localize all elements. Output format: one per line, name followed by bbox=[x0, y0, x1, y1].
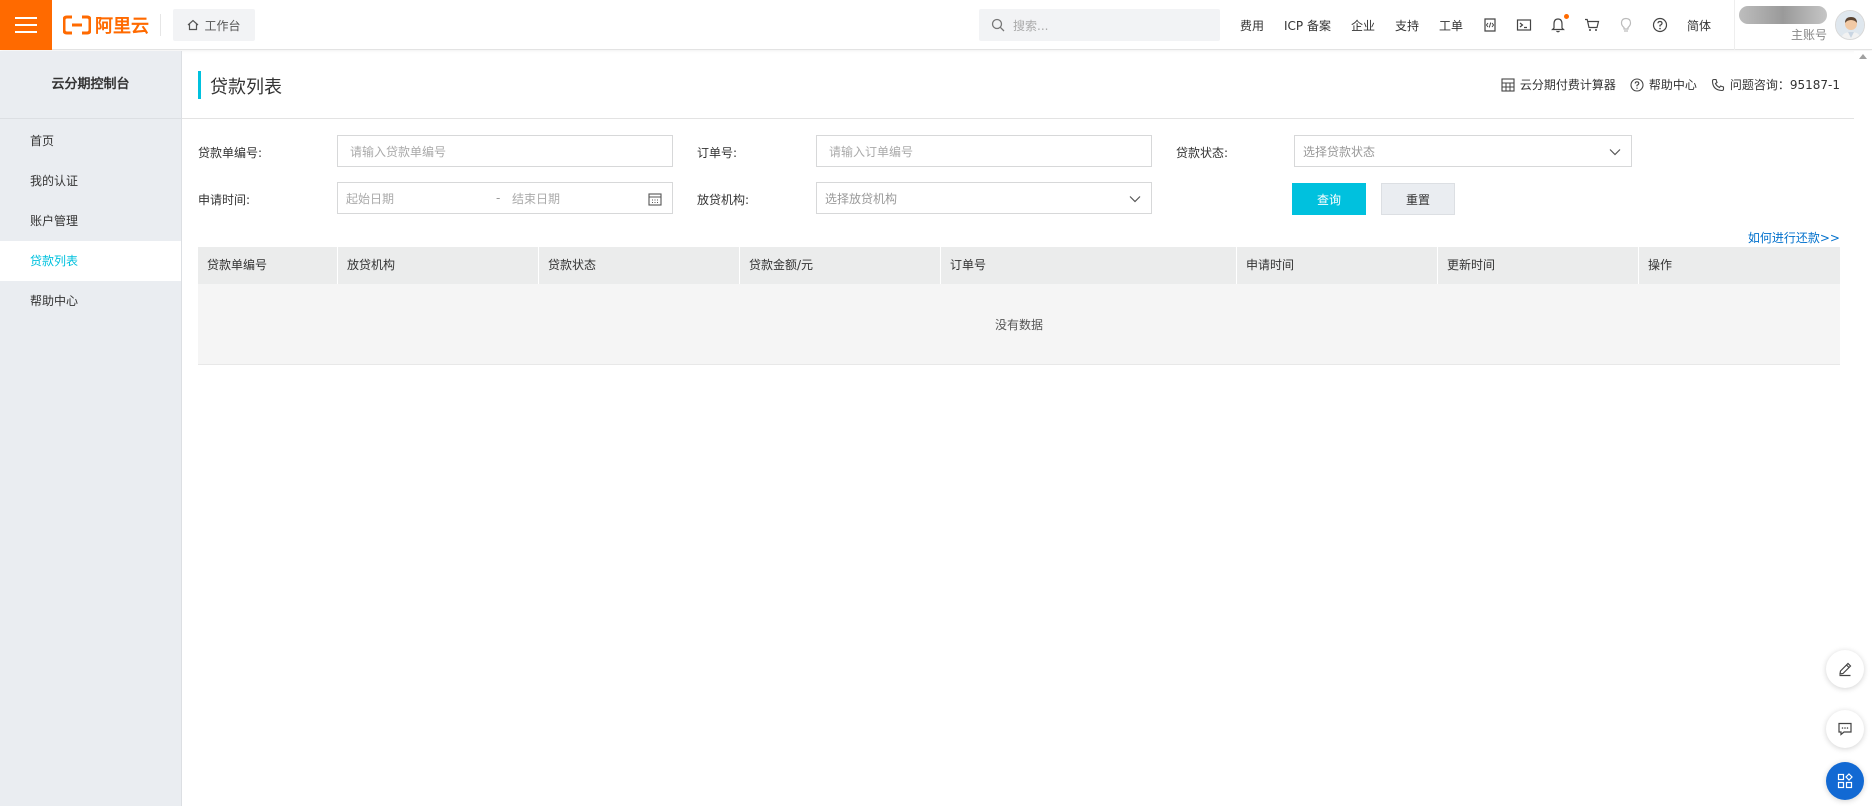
how-to-repay-link[interactable]: 如何进行还款>> bbox=[1748, 229, 1840, 246]
lightbulb-icon[interactable] bbox=[1609, 17, 1643, 33]
sidebar-item-home[interactable]: 首页 bbox=[0, 121, 181, 161]
help-center-link[interactable]: 帮助中心 bbox=[1630, 76, 1697, 93]
order-no-label: 订单号: bbox=[697, 146, 738, 160]
hamburger-menu-button[interactable] bbox=[0, 0, 52, 50]
nav-fees[interactable]: 费用 bbox=[1230, 17, 1274, 34]
feedback-edit-button[interactable] bbox=[1826, 650, 1864, 688]
loan-table: 贷款单编号 放贷机构 贷款状态 贷款金额/元 订单号 申请时间 更新时间 操作 … bbox=[198, 247, 1840, 365]
nav-icp[interactable]: ICP 备案 bbox=[1274, 17, 1341, 34]
calculator-link-label: 云分期付费计算器 bbox=[1519, 78, 1616, 92]
avatar[interactable] bbox=[1835, 10, 1865, 40]
sidebar-item-my-certification[interactable]: 我的认证 bbox=[0, 161, 181, 201]
lender-placeholder: 选择放贷机构 bbox=[825, 191, 898, 206]
end-date-placeholder[interactable]: 结束日期 bbox=[512, 190, 642, 207]
search-input[interactable]: 搜索... bbox=[979, 9, 1220, 41]
reset-button[interactable]: 重置 bbox=[1381, 183, 1455, 215]
cart-icon[interactable] bbox=[1575, 17, 1609, 33]
column-header-lender: 放贷机构 bbox=[338, 247, 539, 284]
loan-status-select[interactable]: 选择贷款状态 bbox=[1294, 135, 1632, 167]
nav-ticket[interactable]: 工单 bbox=[1429, 17, 1473, 34]
order-no-placeholder: 请输入订单编号 bbox=[829, 144, 914, 159]
sidebar: 云分期控制台 首页 我的认证 账户管理 贷款列表 帮助中心 bbox=[0, 51, 182, 806]
query-button[interactable]: 查询 bbox=[1292, 183, 1366, 215]
aliyun-logo-icon bbox=[63, 15, 91, 35]
sidebar-item-help-center[interactable]: 帮助中心 bbox=[0, 281, 181, 321]
pencil-icon bbox=[1839, 662, 1852, 677]
search-icon bbox=[991, 18, 1005, 32]
help-center-link-label: 帮助中心 bbox=[1648, 78, 1697, 92]
phone-icon bbox=[1711, 78, 1724, 91]
workbench-button[interactable]: 工作台 bbox=[173, 9, 255, 41]
sidebar-title: 云分期控制台 bbox=[0, 51, 181, 119]
loan-status-placeholder: 选择贷款状态 bbox=[1303, 144, 1376, 159]
page-title: 贷款列表 bbox=[210, 77, 282, 98]
header-links: 云分期付费计算器 帮助中心 问题咨询：95187-1 bbox=[1501, 76, 1840, 93]
nav-support[interactable]: 支持 bbox=[1385, 17, 1429, 34]
chevron-down-icon bbox=[1129, 196, 1141, 203]
loan-no-placeholder: 请输入贷款单编号 bbox=[350, 144, 447, 159]
language-switch[interactable]: 简体 bbox=[1677, 17, 1721, 34]
column-header-loan-status: 贷款状态 bbox=[539, 247, 740, 284]
search-placeholder: 搜索... bbox=[1013, 18, 1049, 33]
title-accent-bar bbox=[198, 71, 201, 99]
account-name-redacted bbox=[1739, 6, 1827, 24]
column-header-update-time: 更新时间 bbox=[1438, 247, 1639, 284]
calendar-icon[interactable] bbox=[648, 192, 662, 206]
chevron-down-icon bbox=[1609, 149, 1621, 156]
lender-label: 放贷机构: bbox=[697, 193, 750, 207]
chat-bubble-icon bbox=[1838, 722, 1852, 736]
main-content: 贷款列表 云分期付费计算器 帮助中心 问题咨询：95187-1 贷款单编号: 请… bbox=[182, 51, 1854, 806]
date-separator: - bbox=[496, 191, 501, 205]
loan-no-input[interactable]: 请输入贷款单编号 bbox=[337, 135, 673, 167]
scroll-up-arrow-icon[interactable] bbox=[1859, 54, 1867, 59]
column-header-apply-time: 申请时间 bbox=[1237, 247, 1438, 284]
terminal-icon[interactable] bbox=[1507, 17, 1541, 33]
column-header-order-no: 订单号 bbox=[941, 247, 1237, 284]
top-nav: 费用 ICP 备案 企业 支持 工单 简体 bbox=[1230, 0, 1721, 50]
nav-enterprise[interactable]: 企业 bbox=[1341, 17, 1385, 34]
workbench-label: 工作台 bbox=[204, 18, 241, 33]
column-header-actions: 操作 bbox=[1648, 258, 1673, 272]
date-range-picker[interactable]: 起始日期 - 结束日期 bbox=[337, 182, 673, 214]
notification-bell-icon[interactable] bbox=[1541, 14, 1575, 33]
loan-status-label: 贷款状态: bbox=[1176, 146, 1229, 160]
cloud-shell-icon[interactable] bbox=[1473, 17, 1507, 33]
column-header-loan-amount: 贷款金额/元 bbox=[740, 247, 941, 284]
divider bbox=[160, 14, 161, 36]
account-role: 主账号 bbox=[1791, 28, 1828, 42]
lender-select[interactable]: 选择放贷机构 bbox=[816, 182, 1152, 214]
notification-dot bbox=[1564, 14, 1570, 19]
apply-time-label: 申请时间: bbox=[198, 193, 251, 207]
sidebar-item-loan-list[interactable]: 贷款列表 bbox=[0, 241, 181, 281]
apps-grid-icon bbox=[1837, 773, 1853, 789]
page-header: 贷款列表 云分期付费计算器 帮助中心 问题咨询：95187-1 bbox=[182, 51, 1854, 119]
chat-button[interactable] bbox=[1826, 710, 1864, 748]
table-empty-state: 没有数据 bbox=[198, 284, 1840, 365]
aliyun-logo[interactable]: 阿里云 bbox=[63, 12, 149, 38]
scrollbar[interactable] bbox=[1854, 51, 1872, 806]
top-navigation-bar: 阿里云 工作台 搜索... 费用 ICP 备案 企业 支持 工单 简体 主账号 bbox=[0, 0, 1872, 50]
calculator-link[interactable]: 云分期付费计算器 bbox=[1501, 76, 1616, 93]
column-header-loan-no: 贷款单编号 bbox=[198, 247, 338, 284]
order-no-input[interactable]: 请输入订单编号 bbox=[816, 135, 1152, 167]
hotline-link[interactable]: 问题咨询：95187-1 bbox=[1711, 76, 1840, 93]
hotline-label: 问题咨询：95187-1 bbox=[1729, 78, 1840, 92]
home-icon bbox=[188, 19, 199, 31]
apps-grid-button[interactable] bbox=[1826, 762, 1864, 800]
loan-no-label: 贷款单编号: bbox=[198, 146, 263, 160]
sidebar-item-account-management[interactable]: 账户管理 bbox=[0, 201, 181, 241]
help-circle-icon[interactable] bbox=[1643, 17, 1677, 33]
calculator-icon bbox=[1501, 77, 1515, 92]
account-area[interactable]: 主账号 bbox=[1734, 0, 1872, 50]
start-date-placeholder[interactable]: 起始日期 bbox=[346, 190, 496, 207]
help-circle-icon bbox=[1630, 77, 1644, 92]
logo-text: 阿里云 bbox=[95, 16, 149, 37]
table-header: 贷款单编号 放贷机构 贷款状态 贷款金额/元 订单号 申请时间 更新时间 操作 bbox=[198, 247, 1840, 284]
